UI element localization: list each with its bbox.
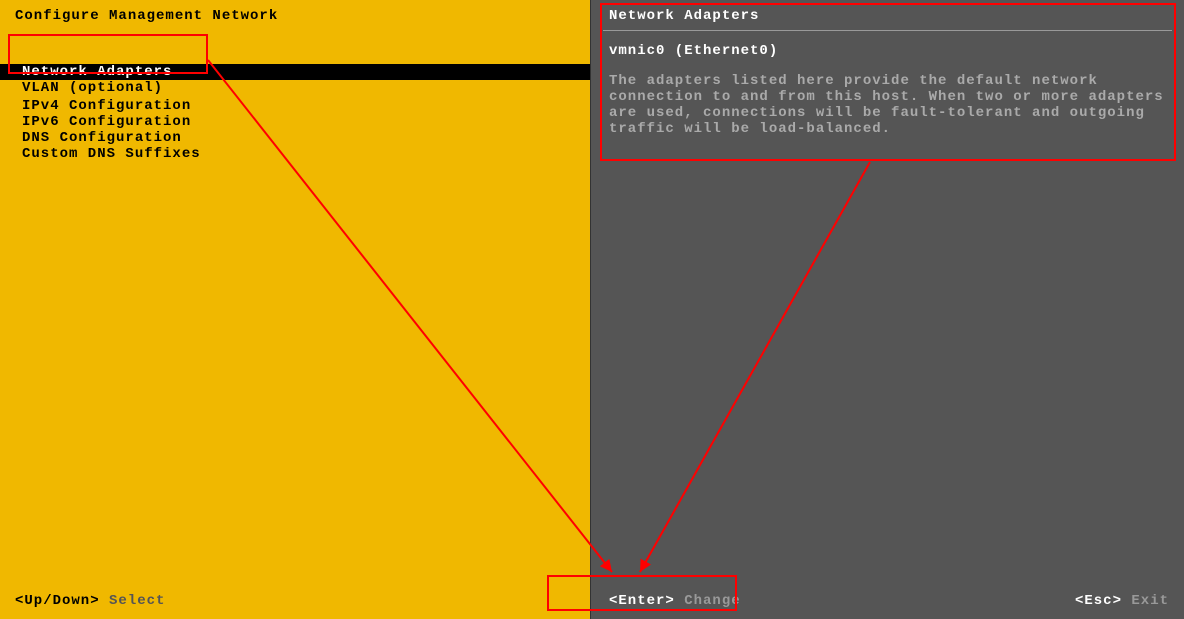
- footer-key-enter: <Enter>: [609, 593, 675, 609]
- menu-item-ipv6[interactable]: IPv6 Configuration: [0, 114, 590, 130]
- left-panel: Configure Management Network Network Ada…: [0, 0, 590, 619]
- footer-hint-enter[interactable]: <Enter> Change: [609, 593, 741, 609]
- footer-key-updown: <Up/Down>: [15, 593, 100, 609]
- menu-list: Network Adapters VLAN (optional) IPv4 Co…: [0, 64, 590, 162]
- menu-item-ipv4[interactable]: IPv4 Configuration: [0, 98, 590, 114]
- menu-item-vlan[interactable]: VLAN (optional): [0, 80, 590, 96]
- right-panel: Network Adapters vmnic0 (Ethernet0) The …: [590, 0, 1184, 619]
- right-panel-subtitle: vmnic0 (Ethernet0): [591, 31, 1184, 59]
- footer-key-esc: <Esc>: [1075, 593, 1122, 609]
- footer-hint-esc[interactable]: <Esc> Exit: [1075, 593, 1169, 609]
- footer-action-select: Select: [109, 593, 165, 609]
- menu-item-network-adapters[interactable]: Network Adapters: [0, 64, 590, 80]
- right-panel-description: The adapters listed here provide the def…: [591, 59, 1184, 137]
- left-panel-title: Configure Management Network: [0, 0, 590, 24]
- menu-item-dns[interactable]: DNS Configuration: [0, 130, 590, 146]
- right-panel-title: Network Adapters: [591, 0, 1184, 24]
- footer-hint-updown: <Up/Down> Select: [15, 593, 165, 609]
- menu-item-dns-suffixes[interactable]: Custom DNS Suffixes: [0, 146, 590, 162]
- footer-action-exit: Exit: [1131, 593, 1169, 609]
- footer-action-change: Change: [684, 593, 740, 609]
- configure-network-screen: Configure Management Network Network Ada…: [0, 0, 1184, 619]
